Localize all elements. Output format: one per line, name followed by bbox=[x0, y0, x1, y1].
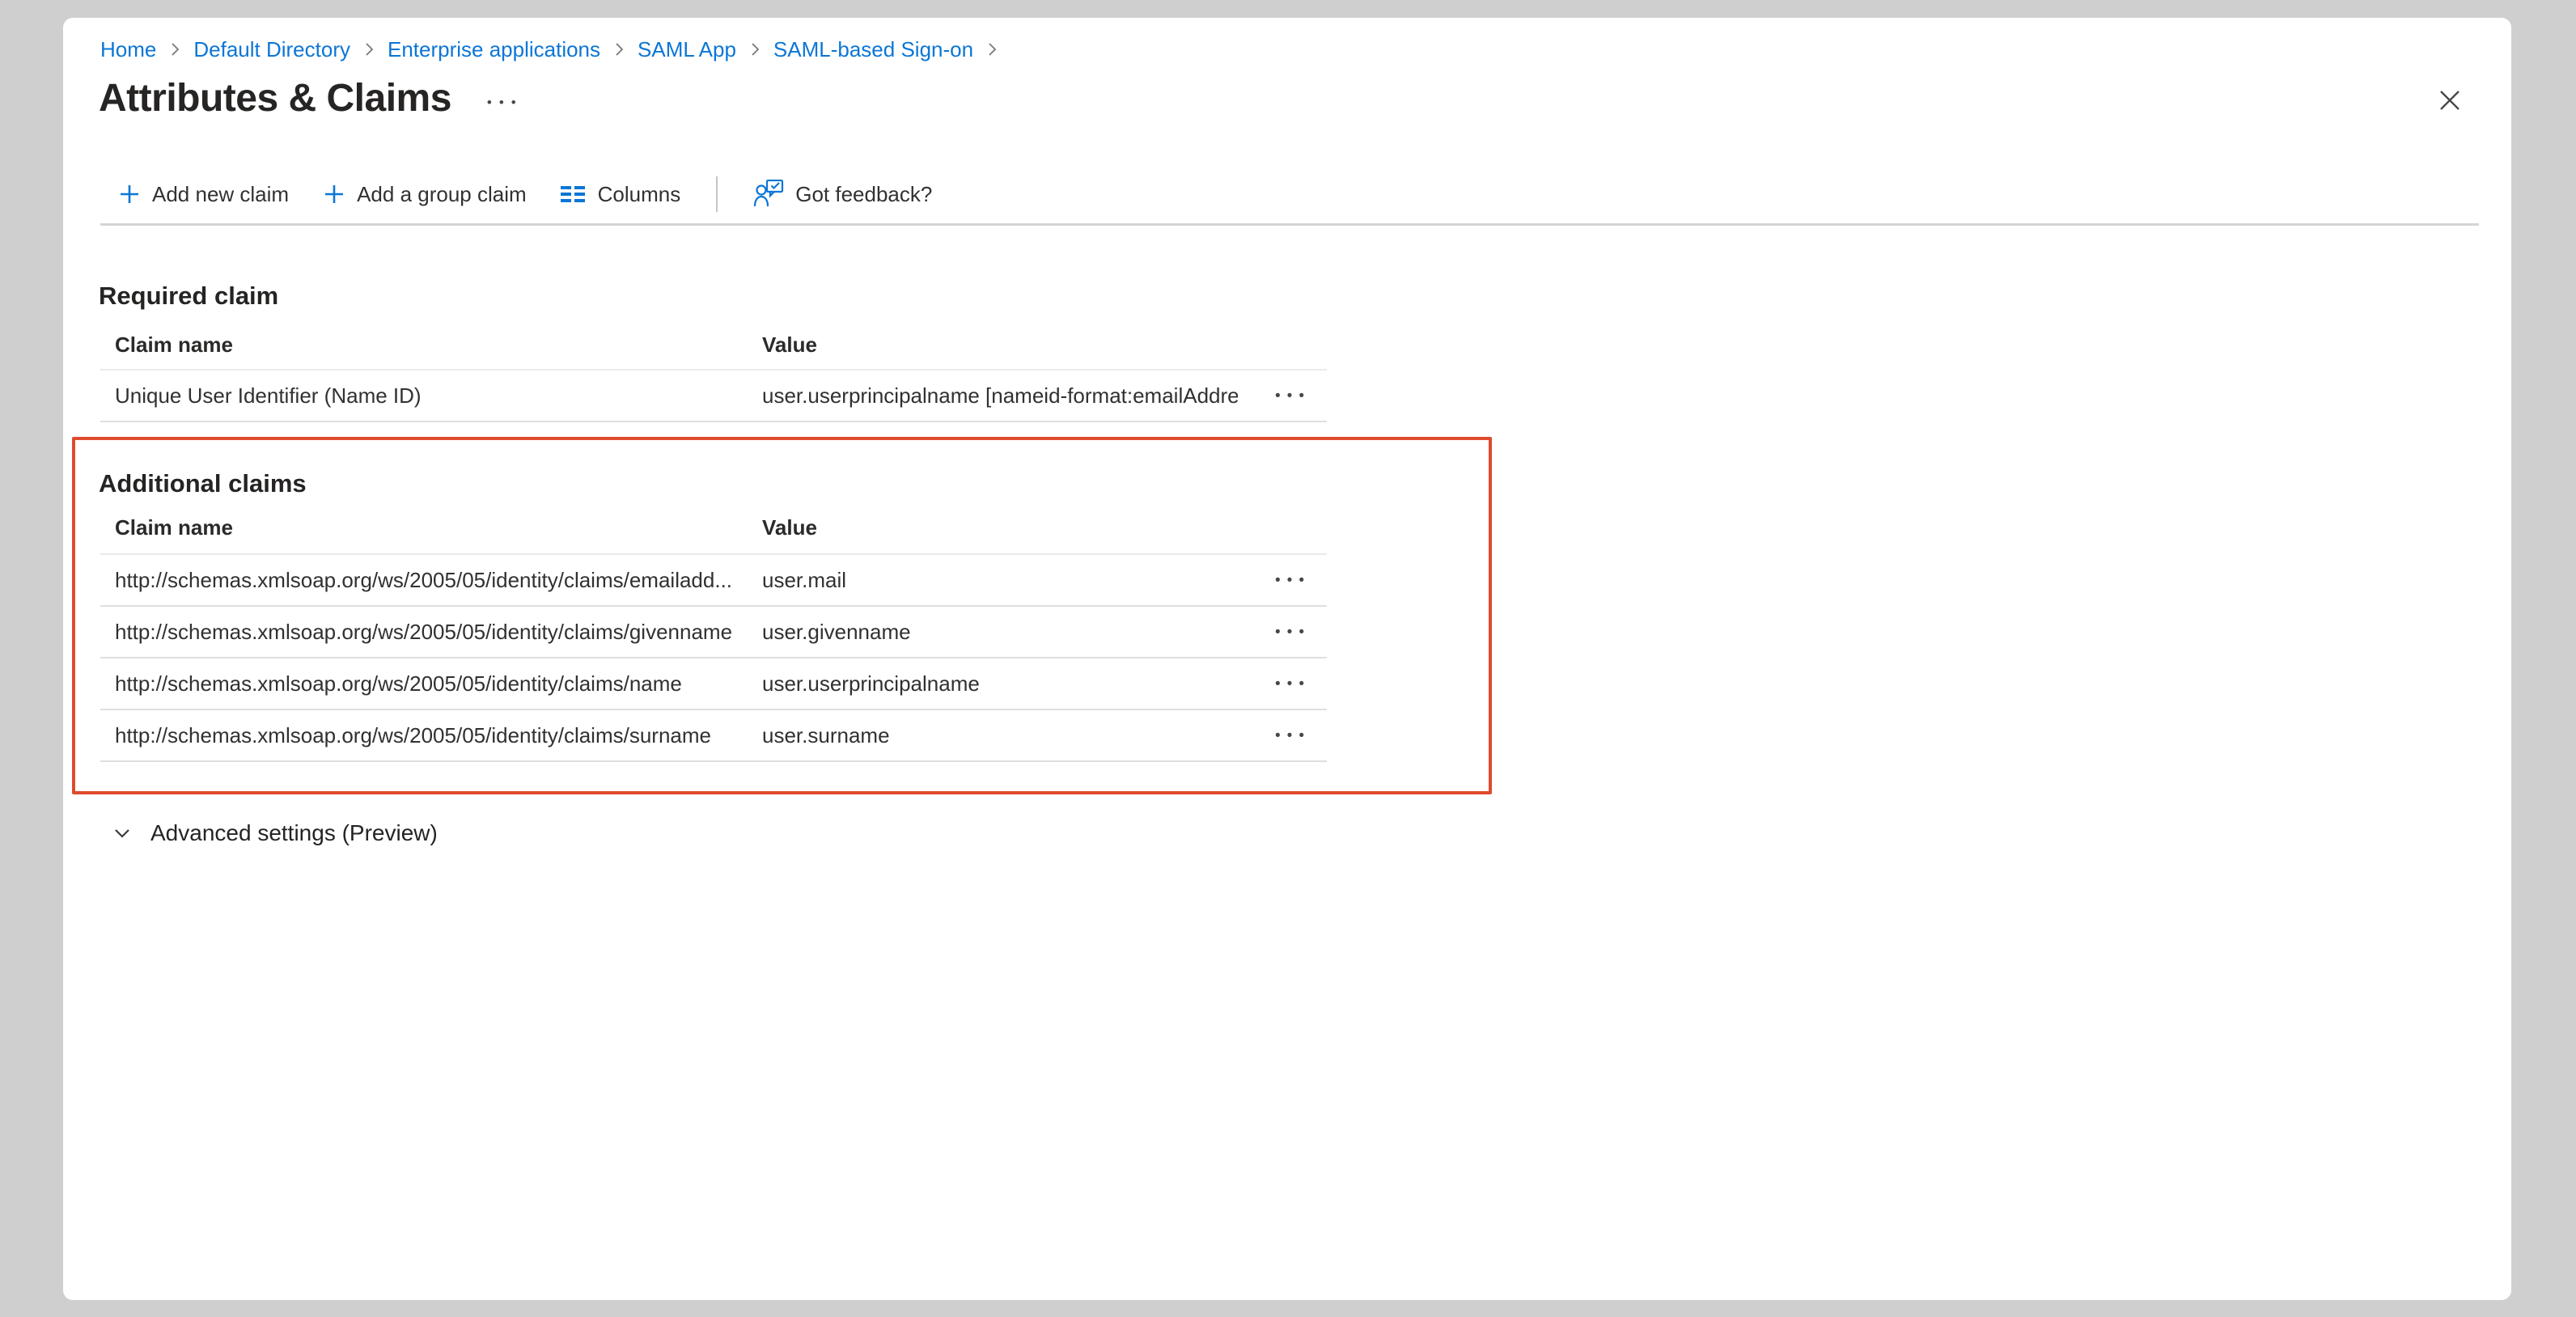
columns-label: Columns bbox=[598, 182, 681, 207]
row-menu-button[interactable]: ••• bbox=[1238, 573, 1327, 588]
breadcrumb-link-home[interactable]: Home bbox=[100, 37, 156, 62]
add-group-claim-label: Add a group claim bbox=[357, 182, 527, 207]
claim-value-cell: user.userprincipalname [nameid-format:em… bbox=[762, 383, 1238, 409]
required-claim-heading: Required claim bbox=[99, 282, 278, 311]
claim-name-cell: Unique User Identifier (Name ID) bbox=[100, 383, 762, 409]
toolbar-divider bbox=[716, 176, 718, 212]
claim-name-cell: http://schemas.xmlsoap.org/ws/2005/05/id… bbox=[100, 620, 762, 645]
row-menu-button[interactable]: ••• bbox=[1238, 728, 1327, 743]
close-button[interactable] bbox=[2424, 74, 2476, 126]
claim-value-cell: user.surname bbox=[762, 723, 1238, 748]
add-group-claim-button[interactable]: Add a group claim bbox=[323, 182, 527, 207]
title-row: Attributes & Claims ••• bbox=[99, 76, 523, 121]
claim-name-cell: http://schemas.xmlsoap.org/ws/2005/05/id… bbox=[100, 568, 762, 593]
chevron-right-icon bbox=[986, 40, 998, 58]
got-feedback-button[interactable]: Got feedback? bbox=[753, 180, 932, 209]
row-menu-button[interactable]: ••• bbox=[1238, 625, 1327, 640]
table-row[interactable]: http://schemas.xmlsoap.org/ws/2005/05/id… bbox=[100, 555, 1327, 607]
claim-name-cell: http://schemas.xmlsoap.org/ws/2005/05/id… bbox=[100, 671, 762, 697]
advanced-settings-label: Advanced settings (Preview) bbox=[150, 820, 438, 846]
value-column-header: Value bbox=[762, 515, 1238, 540]
table-row[interactable]: Unique User Identifier (Name ID) user.us… bbox=[100, 371, 1327, 422]
table-header-row: Claim name Value bbox=[100, 502, 1327, 555]
breadcrumb-link-saml-based-sign-on[interactable]: SAML-based Sign-on bbox=[773, 37, 973, 62]
required-claim-table: Claim name Value Unique User Identifier … bbox=[100, 320, 1327, 422]
table-row[interactable]: http://schemas.xmlsoap.org/ws/2005/05/id… bbox=[100, 658, 1327, 710]
breadcrumb-link-saml-app[interactable]: SAML App bbox=[638, 37, 736, 62]
additional-claims-table: Claim name Value http://schemas.xmlsoap.… bbox=[100, 502, 1327, 762]
advanced-settings-toggle[interactable]: Advanced settings (Preview) bbox=[110, 811, 438, 856]
chevron-down-icon bbox=[110, 821, 134, 845]
chevron-right-icon bbox=[363, 40, 375, 58]
row-menu-button[interactable]: ••• bbox=[1238, 676, 1327, 692]
table-row[interactable]: http://schemas.xmlsoap.org/ws/2005/05/id… bbox=[100, 607, 1327, 658]
attributes-claims-panel: Home Default Directory Enterprise applic… bbox=[63, 18, 2511, 1300]
more-options-icon[interactable]: ••• bbox=[487, 95, 523, 109]
breadcrumb-link-default-directory[interactable]: Default Directory bbox=[193, 37, 350, 62]
claim-name-column-header: Claim name bbox=[100, 332, 762, 358]
value-column-header: Value bbox=[762, 332, 1238, 358]
table-row[interactable]: http://schemas.xmlsoap.org/ws/2005/05/id… bbox=[100, 710, 1327, 762]
close-icon bbox=[2438, 88, 2462, 112]
add-new-claim-label: Add new claim bbox=[152, 182, 289, 207]
toolbar-separator-line bbox=[100, 223, 2479, 226]
additional-claims-heading: Additional claims bbox=[99, 469, 307, 498]
person-feedback-icon bbox=[753, 180, 784, 209]
claim-name-column-header: Claim name bbox=[100, 515, 762, 540]
table-header-row: Claim name Value bbox=[100, 320, 1327, 371]
chevron-right-icon bbox=[169, 40, 180, 58]
breadcrumb-link-enterprise-applications[interactable]: Enterprise applications bbox=[388, 37, 600, 62]
row-menu-button[interactable]: ••• bbox=[1238, 388, 1327, 404]
page-title: Attributes & Claims bbox=[99, 76, 451, 121]
claim-name-cell: http://schemas.xmlsoap.org/ws/2005/05/id… bbox=[100, 723, 762, 748]
columns-icon bbox=[561, 184, 587, 204]
chevron-right-icon bbox=[749, 40, 761, 58]
claim-value-cell: user.givenname bbox=[762, 620, 1238, 645]
columns-button[interactable]: Columns bbox=[561, 182, 681, 207]
command-bar: Add new claim Add a group claim Columns bbox=[118, 168, 932, 220]
plus-icon bbox=[323, 183, 345, 205]
got-feedback-label: Got feedback? bbox=[795, 182, 932, 207]
claim-value-cell: user.userprincipalname bbox=[762, 671, 1238, 697]
chevron-right-icon bbox=[613, 40, 625, 58]
add-new-claim-button[interactable]: Add new claim bbox=[118, 182, 289, 207]
breadcrumb: Home Default Directory Enterprise applic… bbox=[100, 36, 1010, 63]
plus-icon bbox=[118, 183, 141, 205]
claim-value-cell: user.mail bbox=[762, 568, 1238, 593]
